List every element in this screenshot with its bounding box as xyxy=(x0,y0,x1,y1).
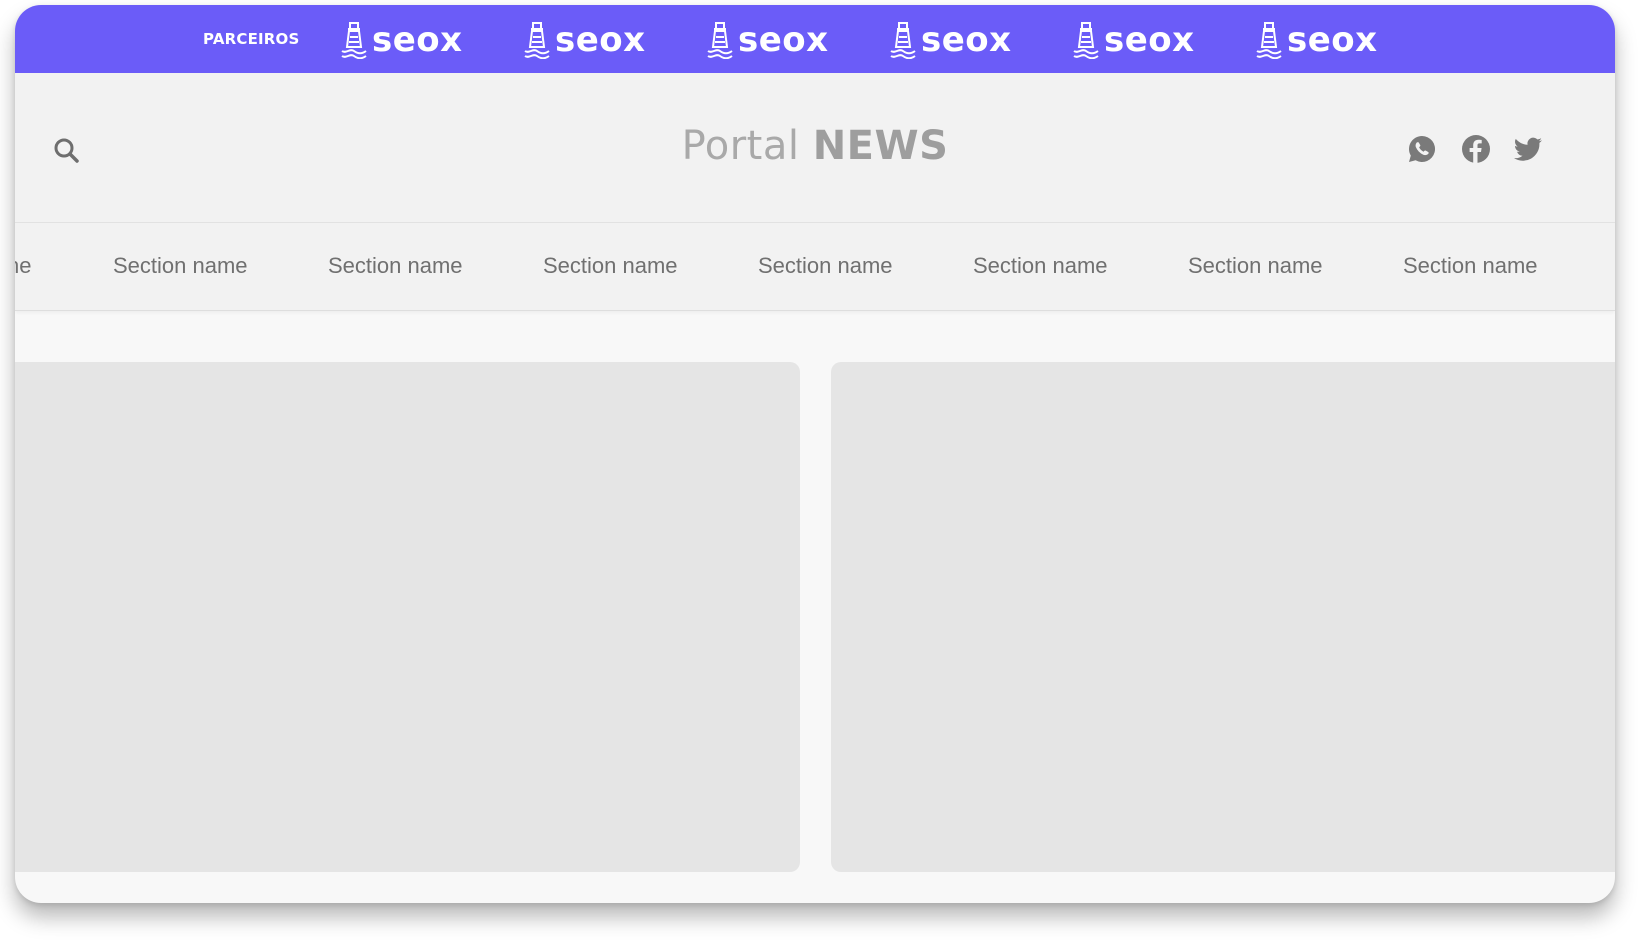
news-card-placeholder[interactable] xyxy=(831,362,1615,872)
partners-bar: PARCEIROS seox seox seox seox seox seox xyxy=(15,5,1615,73)
lighthouse-icon xyxy=(1073,22,1099,59)
partner-name: seox xyxy=(738,20,829,60)
site-title-light: Portal xyxy=(681,123,800,169)
nav-item-section[interactable]: Section name xyxy=(973,253,1108,279)
lighthouse-icon xyxy=(707,22,733,59)
twitter-icon xyxy=(1514,137,1542,161)
site-title[interactable]: Portal NEWS xyxy=(15,123,1615,169)
lighthouse-icon xyxy=(524,22,550,59)
site-header: Portal NEWS xyxy=(15,73,1615,223)
browser-window: PARCEIROS seox seox seox seox seox seox xyxy=(15,5,1615,903)
nav-item-section[interactable]: Section name xyxy=(1403,253,1538,279)
partner-name: seox xyxy=(372,20,463,60)
facebook-icon xyxy=(1462,135,1490,163)
site-title-bold: NEWS xyxy=(812,123,949,169)
nav-item-section[interactable]: Section name xyxy=(543,253,678,279)
section-nav: ne Section name Section name Section nam… xyxy=(15,223,1615,311)
partner-logo-2[interactable]: seox xyxy=(523,19,646,61)
lighthouse-icon xyxy=(890,22,916,59)
nav-item-partial[interactable]: ne xyxy=(15,253,31,279)
partner-logo-1[interactable]: seox xyxy=(340,19,463,61)
partner-logo-3[interactable]: seox xyxy=(706,19,829,61)
facebook-button[interactable] xyxy=(1460,133,1492,165)
partner-name: seox xyxy=(555,20,646,60)
lighthouse-icon xyxy=(341,22,367,59)
partner-name: seox xyxy=(1104,20,1195,60)
partner-name: seox xyxy=(921,20,1012,60)
partners-label: PARCEIROS xyxy=(203,30,300,48)
nav-item-section[interactable]: Section name xyxy=(113,253,248,279)
partner-logo-5[interactable]: seox xyxy=(1072,19,1195,61)
whatsapp-icon xyxy=(1409,135,1436,162)
twitter-button[interactable] xyxy=(1512,133,1544,165)
partner-name: seox xyxy=(1287,20,1378,60)
nav-item-section[interactable]: Section name xyxy=(1188,253,1323,279)
news-card-placeholder[interactable] xyxy=(15,362,800,872)
nav-item-section[interactable]: Section name xyxy=(758,253,893,279)
partner-logo-4[interactable]: seox xyxy=(889,19,1012,61)
lighthouse-icon xyxy=(1256,22,1282,59)
nav-item-section[interactable]: Section name xyxy=(328,253,463,279)
whatsapp-button[interactable] xyxy=(1406,133,1438,165)
partner-logo-6[interactable]: seox xyxy=(1255,19,1378,61)
